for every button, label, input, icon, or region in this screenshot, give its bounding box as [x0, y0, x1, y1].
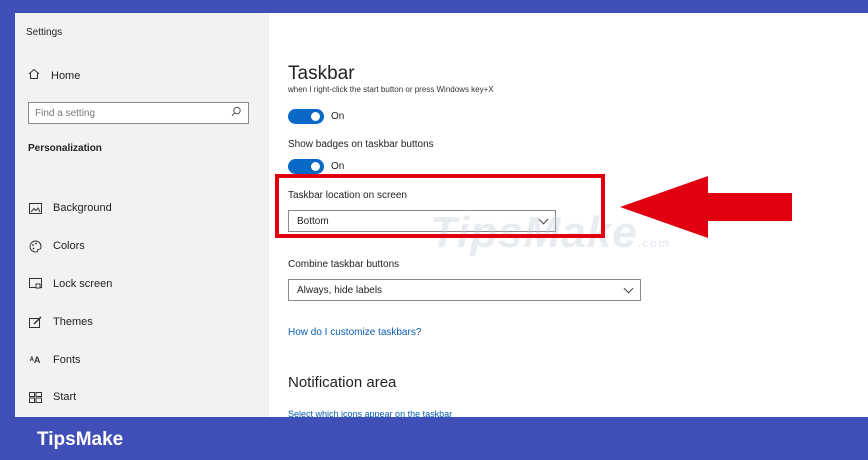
badges-toggle[interactable]: [288, 159, 324, 174]
red-arrow-icon: [620, 176, 792, 238]
sidebar: Settings Home Find a setting Personaliza…: [15, 13, 269, 417]
sidebar-item-label: Lock screen: [53, 278, 113, 290]
watermark-suffix: .com: [637, 236, 670, 250]
search-icon[interactable]: [231, 104, 242, 122]
sidebar-item-background[interactable]: Background: [28, 201, 112, 215]
palette-icon: [28, 239, 42, 253]
jump-list-toggle[interactable]: [288, 109, 324, 124]
sidebar-item-start[interactable]: Start: [28, 390, 76, 404]
start-icon: [28, 390, 42, 404]
home-label: Home: [51, 69, 81, 82]
combine-buttons-value: Always, hide labels: [297, 284, 383, 296]
chevron-down-icon: [623, 283, 634, 294]
home-icon: [28, 68, 40, 83]
highlight-box: [275, 174, 605, 238]
sidebar-item-lock-screen[interactable]: Lock screen: [28, 277, 112, 291]
sidebar-item-themes[interactable]: Themes: [28, 315, 93, 329]
combine-buttons-label: Combine taskbar buttons: [288, 259, 400, 270]
badges-label: Show badges on taskbar buttons: [288, 139, 434, 150]
jump-list-setting-label: when I right-click the start button or p…: [288, 86, 494, 94]
search-box[interactable]: Find a setting: [28, 102, 249, 124]
sidebar-item-label: Colors: [53, 240, 85, 252]
window-title: Settings: [26, 27, 63, 38]
sidebar-section-title: Personalization: [28, 143, 102, 154]
fonts-icon: ᴬA: [29, 355, 41, 365]
toggle-state-label: On: [331, 161, 345, 172]
sidebar-item-home[interactable]: Home: [28, 68, 80, 83]
sidebar-item-fonts[interactable]: ᴬA Fonts: [28, 353, 81, 367]
select-icons-link[interactable]: Select which icons appear on the taskbar: [288, 409, 452, 417]
sidebar-item-label: Start: [53, 391, 77, 403]
sidebar-item-label: Fonts: [53, 354, 81, 366]
page-title: Taskbar: [288, 63, 355, 84]
picture-icon: [28, 201, 42, 215]
sidebar-item-label: Background: [53, 202, 112, 214]
lock-screen-icon: [28, 277, 42, 291]
sidebar-item-colors[interactable]: Colors: [28, 239, 85, 253]
combine-buttons-dropdown[interactable]: Always, hide labels: [288, 279, 641, 301]
toggle-state-label: On: [331, 111, 345, 122]
brush-icon: [28, 315, 42, 329]
sidebar-item-label: Themes: [53, 316, 93, 328]
customize-taskbars-link[interactable]: How do I customize taskbars?: [288, 327, 421, 338]
search-placeholder[interactable]: Find a setting: [35, 108, 231, 119]
banner-brand: TipsMake: [37, 429, 124, 450]
notification-area-title: Notification area: [288, 374, 397, 391]
